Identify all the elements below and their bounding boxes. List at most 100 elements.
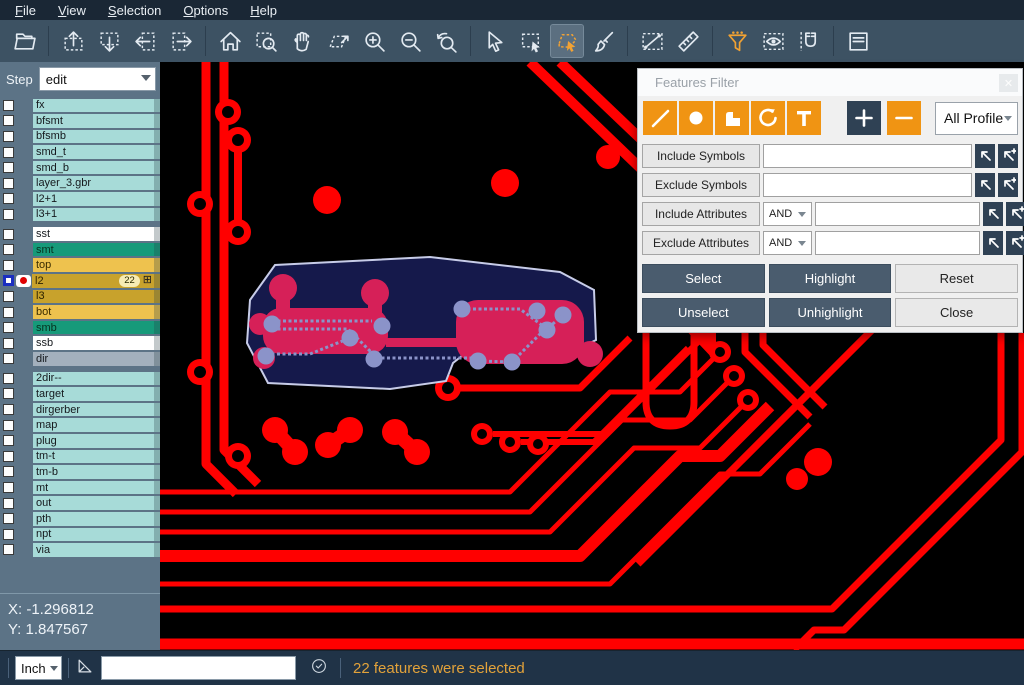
layer-indicator-slot[interactable] (14, 544, 32, 556)
layer-name-bar[interactable]: tm-t (33, 450, 160, 464)
zoom-window-icon[interactable] (250, 25, 282, 57)
layer-visibility-checkbox[interactable] (3, 466, 14, 477)
layer-visibility-checkbox[interactable] (3, 338, 14, 349)
measure-line-icon[interactable] (636, 25, 668, 57)
layer-indicator-slot[interactable] (14, 322, 32, 334)
home-view-icon[interactable] (214, 25, 246, 57)
layer-name-bar[interactable]: tm-b (33, 465, 160, 479)
layer-row-l2[interactable]: l222⊞ (0, 274, 160, 289)
exclude-attributes-pick-button[interactable] (983, 231, 1003, 255)
filter-add-mode-button[interactable] (847, 101, 881, 135)
layer-row-layer_3.gbr[interactable]: layer_3.gbr (0, 176, 160, 191)
layer-row-smd_b[interactable]: smd_b (0, 160, 160, 175)
menu-item-help[interactable]: Help (239, 2, 288, 19)
layer-visibility-checkbox[interactable] (3, 260, 14, 271)
layer-visibility-checkbox[interactable] (3, 435, 14, 446)
step-select[interactable]: edit (39, 67, 156, 91)
layer-name-bar[interactable]: map (33, 418, 160, 432)
sync-check-icon[interactable] (310, 657, 328, 680)
layer-name-bar[interactable]: 2dir-- (33, 372, 160, 386)
zoom-previous-icon[interactable] (430, 25, 462, 57)
layer-name-bar[interactable]: sst (33, 227, 160, 241)
layer-visibility-checkbox[interactable] (3, 451, 14, 462)
layer-row-plug[interactable]: plug (0, 433, 160, 448)
layer-indicator-slot[interactable] (14, 372, 32, 384)
include-symbols-button[interactable]: Include Symbols (642, 144, 760, 168)
layer-indicator-slot[interactable] (14, 482, 32, 494)
layer-name-bar[interactable]: layer_3.gbr (33, 176, 160, 190)
pan-hand-icon[interactable] (286, 25, 318, 57)
layer-visibility-checkbox[interactable] (3, 404, 14, 415)
pan-right-icon[interactable] (165, 25, 197, 57)
layer-indicator-slot[interactable] (14, 228, 32, 240)
layer-name-bar[interactable]: pth (33, 512, 160, 526)
layer-row-map[interactable]: map (0, 418, 160, 433)
layer-indicator-slot[interactable] (14, 435, 32, 447)
open-project-icon[interactable] (8, 25, 40, 57)
filter-pad-button[interactable] (679, 101, 713, 135)
layer-name-bar[interactable]: l2+1 (33, 192, 160, 206)
layer-visibility-checkbox[interactable] (3, 209, 14, 220)
exclude-attributes-input[interactable] (815, 231, 980, 255)
layer-visibility-checkbox[interactable] (3, 275, 14, 286)
layer-indicator-slot[interactable] (14, 337, 32, 349)
layer-indicator-slot[interactable] (14, 353, 32, 365)
include-symbols-pick-add-button[interactable] (998, 144, 1018, 168)
layer-row-dir[interactable]: dir (0, 352, 160, 367)
layer-indicator-slot[interactable] (14, 259, 32, 271)
corner-snap-icon[interactable] (75, 656, 95, 681)
layer-visibility-checkbox[interactable] (3, 244, 14, 255)
layer-name-bar[interactable]: top (33, 258, 160, 272)
layer-visibility-checkbox[interactable] (3, 229, 14, 240)
include-attributes-pick-button[interactable] (983, 202, 1003, 226)
layer-name-bar[interactable]: ssb (33, 336, 160, 350)
layer-indicator-slot[interactable] (14, 497, 32, 509)
menu-item-file[interactable]: File (4, 2, 47, 19)
layer-visibility-checkbox[interactable] (3, 147, 14, 158)
layer-row-via[interactable]: via (0, 543, 160, 558)
layer-name-bar[interactable]: smt (33, 243, 160, 257)
layer-indicator-slot[interactable] (14, 244, 32, 256)
pan-down-icon[interactable] (93, 25, 125, 57)
zoom-in-icon[interactable] (358, 25, 390, 57)
layer-form-icon[interactable]: ⊞ (143, 275, 152, 286)
layer-indicator-slot[interactable] (14, 99, 32, 111)
layer-row-ssb[interactable]: ssb (0, 336, 160, 351)
layer-indicator-slot[interactable] (14, 528, 32, 540)
exclude-symbols-pick-add-button[interactable] (998, 173, 1018, 197)
active-layer-indicator[interactable] (16, 275, 31, 287)
layer-row-target[interactable]: target (0, 387, 160, 402)
layer-indicator-slot[interactable] (14, 130, 32, 142)
profile-select[interactable]: All Profile (935, 102, 1018, 135)
layer-indicator-slot[interactable] (14, 115, 32, 127)
layer-visibility-checkbox[interactable] (3, 544, 14, 555)
exclude-symbols-button[interactable]: Exclude Symbols (642, 173, 760, 197)
layer-name-bar[interactable]: mt (33, 481, 160, 495)
menu-item-selection[interactable]: Selection (97, 2, 172, 19)
layer-name-bar[interactable]: out (33, 496, 160, 510)
layer-row-mt[interactable]: mt (0, 480, 160, 495)
zoom-area-icon[interactable] (322, 25, 354, 57)
include-symbols-input[interactable] (763, 144, 972, 168)
layer-indicator-slot[interactable] (14, 513, 32, 525)
close-button[interactable]: Close (895, 298, 1018, 327)
layer-name-bar[interactable]: dirgerber (33, 403, 160, 417)
layer-visibility-checkbox[interactable] (3, 291, 14, 302)
layer-name-bar[interactable]: smd_t (33, 145, 160, 159)
layer-row-2dir--[interactable]: 2dir-- (0, 371, 160, 386)
exclude-symbols-input[interactable] (763, 173, 972, 197)
layer-row-smt[interactable]: smt (0, 242, 160, 257)
include-attributes-input[interactable] (815, 202, 980, 226)
exclude-attributes-operator-select[interactable]: AND (763, 231, 812, 255)
layer-row-l3+1[interactable]: l3+1 (0, 207, 160, 222)
layer-row-dirgerber[interactable]: dirgerber (0, 402, 160, 417)
layer-indicator-slot[interactable] (14, 162, 32, 174)
layer-indicator-slot[interactable] (14, 404, 32, 416)
exclude-attributes-button[interactable]: Exclude Attributes (642, 231, 760, 255)
layer-visibility-checkbox[interactable] (3, 307, 14, 318)
layer-visibility-checkbox[interactable] (3, 388, 14, 399)
layer-visibility-checkbox[interactable] (3, 420, 14, 431)
layer-visibility-checkbox[interactable] (3, 115, 14, 126)
zoom-out-icon[interactable] (394, 25, 426, 57)
close-icon[interactable]: ✕ (999, 74, 1018, 92)
